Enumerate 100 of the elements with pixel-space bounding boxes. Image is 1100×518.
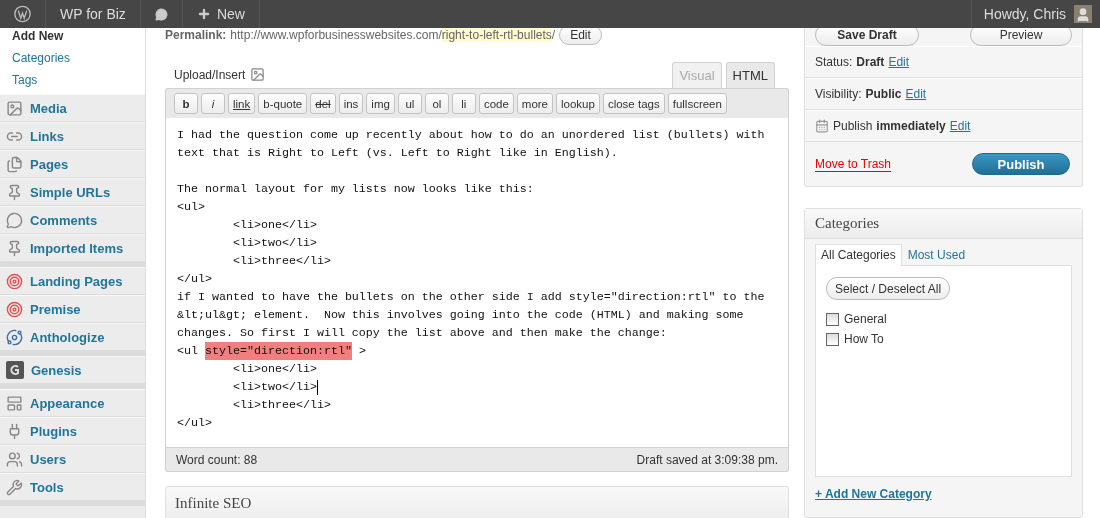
menu-item[interactable]: Users	[0, 445, 145, 473]
field-value: Draft	[856, 55, 885, 69]
quicktag-button[interactable]: del	[310, 93, 336, 114]
menu-item[interactable]: Tools	[0, 473, 145, 501]
wrench-icon	[6, 478, 23, 496]
new-menu[interactable]: New	[216, 6, 245, 22]
quicktag-button[interactable]: ul	[397, 93, 422, 114]
field-label: Visibility:	[815, 87, 862, 101]
code-text: </ul>	[177, 415, 212, 432]
move-to-trash-link[interactable]: Move to Trash	[815, 156, 892, 172]
submenu-link[interactable]: Tags	[12, 72, 145, 88]
quicktag-button[interactable]: ins	[338, 93, 364, 114]
field-label: Publish	[833, 119, 873, 133]
quicktag-button[interactable]: li	[451, 93, 476, 114]
quicktag-button[interactable]: ol	[424, 93, 449, 114]
quicktag-button[interactable]: b	[174, 93, 198, 114]
menu-item[interactable]: Premise	[0, 295, 145, 323]
permalink-slug[interactable]: right-to-left-rtl-bullets	[441, 28, 552, 42]
menu-item[interactable]: Genesis	[0, 356, 145, 384]
edit-link[interactable]: Edit	[905, 87, 927, 101]
pin-icon	[6, 183, 23, 201]
menu-item[interactable]: Media	[0, 94, 145, 122]
quicktag-button[interactable]: more	[516, 93, 553, 114]
code-text: <li>two</li>	[233, 235, 317, 252]
logo-icon[interactable]	[14, 4, 31, 24]
add-category-link[interactable]: + Add New Category	[815, 487, 932, 501]
category-tab[interactable]: Most Used	[901, 244, 972, 266]
site-name[interactable]: WP for Biz	[60, 6, 126, 22]
quicktag-button[interactable]: lookup	[556, 93, 600, 114]
code-text: <li>three</li>	[233, 397, 331, 414]
code-text: &lt;ul&gt; element. Now this involves going into the code (HTML) and making some	[177, 307, 744, 324]
preview-button[interactable]: Preview	[970, 28, 1072, 46]
submenu-link[interactable]: Add New	[12, 28, 145, 44]
swirl-icon	[6, 328, 23, 346]
menu-item[interactable]: Landing Pages	[0, 267, 145, 295]
code-text: The normal layout for my lists now looks like this:	[177, 181, 534, 198]
code-text: if I wanted to have the bullets on the other side I add style="direction:rtl" to the	[177, 289, 765, 306]
quicktag-button[interactable]: i	[201, 93, 225, 114]
code-text: I had the question come up recently about how to do an unordered list (bullets) with	[177, 127, 765, 144]
checkbox-label: General	[844, 312, 887, 326]
code-text: <ul>	[177, 199, 205, 216]
image-icon[interactable]	[250, 67, 266, 82]
draft-saved-status: Draft saved at 3:09:38 pm.	[636, 452, 778, 467]
code-text: <ul	[177, 343, 199, 360]
editor-tab[interactable]: HTML	[725, 62, 775, 88]
quicktag-button[interactable]: code	[478, 93, 514, 114]
quicktag-button[interactable]: b-quote	[258, 93, 308, 114]
menu-item[interactable]: Comments	[0, 206, 145, 234]
panel-title: Categories	[815, 215, 880, 232]
save-draft-button[interactable]: Save Draft	[815, 28, 919, 46]
permalink-label: Permalink:	[165, 28, 227, 42]
html-editor-field[interactable]	[165, 118, 789, 448]
quicktag-button[interactable]: fullscreen	[667, 93, 727, 114]
image-icon	[6, 99, 23, 117]
quicktag-button[interactable]: img	[366, 93, 395, 114]
code-text: text that is Right to Left (vs. Left to Right like in English).	[177, 145, 618, 162]
speech-bubble-icon[interactable]	[154, 6, 168, 22]
code-text: </ul>	[177, 271, 212, 288]
edit-link[interactable]: Edit	[949, 119, 971, 133]
calendar-icon	[815, 119, 829, 133]
publish-button[interactable]: Publish	[972, 153, 1070, 175]
category-tab[interactable]: All Categories	[815, 244, 902, 266]
edit-button[interactable]: Edit	[559, 28, 602, 45]
code-text: <li>one</li>	[233, 361, 317, 378]
code-text: >	[357, 343, 366, 360]
menu-item[interactable]: Anthologize	[0, 323, 145, 351]
permalink-slash: /	[551, 28, 556, 42]
pin-icon	[6, 239, 23, 257]
submenu-link[interactable]: Categories	[12, 50, 145, 66]
code-text: <li>three</li>	[233, 253, 331, 270]
quicktag-button[interactable]: close tags	[602, 93, 665, 114]
letter-tile-icon	[6, 361, 24, 379]
menu-item[interactable]: Appearance	[0, 389, 145, 417]
quicktag-button[interactable]: link	[228, 93, 256, 114]
menu-item[interactable]: Links	[0, 122, 145, 150]
checkbox[interactable]	[826, 332, 839, 346]
field-value: Public	[865, 87, 902, 101]
upload-insert-label: Upload/Insert	[174, 67, 246, 82]
highlighted-code: style="direction:rtl"	[205, 342, 352, 360]
checkbox-label: How To	[844, 332, 884, 346]
code-text: <li>two</li>	[233, 379, 317, 396]
target-icon	[6, 272, 23, 290]
avatar	[1074, 5, 1092, 23]
checkbox[interactable]	[826, 312, 839, 326]
word-count: Word count: 88	[176, 452, 258, 467]
greeting[interactable]: Howdy, Chris	[983, 6, 1066, 22]
menu-item[interactable]: Imported Items	[0, 234, 145, 262]
panel-title: Infinite SEO	[175, 495, 252, 511]
select-all-button[interactable]: Select / Deselect All	[826, 277, 951, 300]
menu-item[interactable]: Simple URLs	[0, 178, 145, 206]
menu-item[interactable]: Plugins	[0, 417, 145, 445]
speech-bubble-icon	[6, 211, 23, 229]
pages-icon	[6, 155, 23, 173]
permalink-url: http://www.wpforbusinesswebsites.com/	[230, 28, 442, 42]
edit-link[interactable]: Edit	[888, 55, 910, 69]
code-text: <li>one</li>	[233, 217, 317, 234]
layout-icon	[6, 394, 23, 412]
menu-item[interactable]: Pages	[0, 150, 145, 178]
field-value: immediately	[876, 119, 946, 133]
users-icon	[6, 450, 23, 468]
